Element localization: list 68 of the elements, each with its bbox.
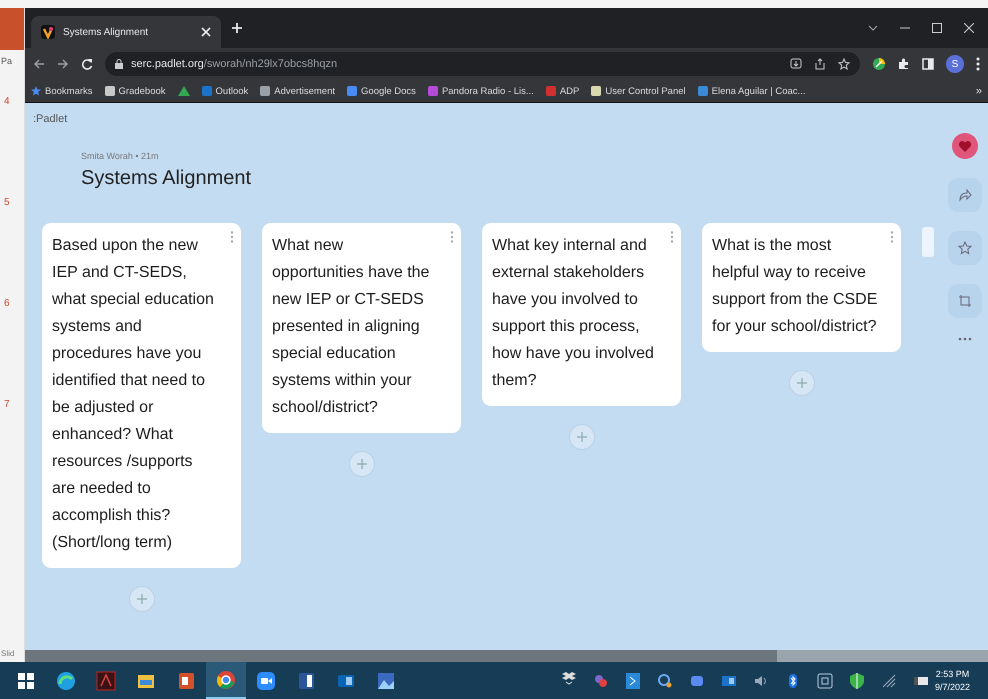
close-icon[interactable] bbox=[201, 27, 211, 37]
card-edge bbox=[922, 227, 934, 257]
triangle-icon[interactable] bbox=[178, 86, 190, 96]
windows-app-icon bbox=[16, 670, 36, 690]
bookmark-link[interactable]: Gradebook bbox=[104, 86, 166, 96]
plus-icon bbox=[576, 432, 586, 442]
bookmark-link[interactable]: Elena Aguilar | Coac... bbox=[698, 86, 806, 96]
app-label: Pa bbox=[1, 56, 14, 66]
ribbon-block bbox=[0, 8, 24, 50]
back-arrow-icon[interactable] bbox=[33, 58, 45, 70]
star-icon bbox=[958, 241, 972, 255]
extension-icon[interactable] bbox=[872, 57, 886, 71]
author-line: Smita Worah • 21m bbox=[81, 151, 159, 161]
clock[interactable]: 2:53 PM 9/7/2022 bbox=[934, 668, 970, 694]
word-app-icon bbox=[296, 670, 316, 690]
padlet-favicon-icon bbox=[41, 25, 55, 39]
horizontal-scrollbar[interactable] bbox=[25, 650, 988, 662]
post-card[interactable]: What key internal and external stakeholders have you involved to support this process, how have you involved them? bbox=[482, 223, 681, 406]
share-button[interactable] bbox=[948, 178, 982, 212]
puzzle-icon[interactable] bbox=[898, 58, 910, 70]
plus-icon[interactable] bbox=[231, 22, 243, 34]
bookmark-link[interactable]: Pandora Radio - Lis... bbox=[428, 86, 534, 96]
chrome-app-icon bbox=[216, 670, 236, 690]
crop-icon bbox=[958, 294, 972, 308]
bookmark-link[interactable]: User Control Panel bbox=[591, 86, 686, 96]
side-panel-icon[interactable] bbox=[922, 58, 934, 70]
bookmark-link[interactable]: Advertisement bbox=[260, 86, 336, 96]
powerpoint-app-icon bbox=[176, 670, 196, 690]
bookmark-link[interactable]: Google Docs bbox=[347, 86, 416, 96]
star-button[interactable] bbox=[948, 231, 982, 265]
address-bar[interactable]: serc.padlet.org/sworah/nh29lx7obcs8hqzn bbox=[105, 52, 860, 76]
bookmarks-overflow[interactable]: » bbox=[976, 85, 982, 97]
lock-icon bbox=[115, 59, 123, 69]
share-icon bbox=[958, 188, 972, 202]
star-icon[interactable] bbox=[838, 58, 850, 70]
bookmark-link[interactable]: Outlook bbox=[202, 86, 248, 96]
plus-icon bbox=[136, 594, 146, 604]
taskbar-app[interactable] bbox=[206, 662, 246, 699]
zoom-app-icon bbox=[256, 670, 276, 690]
post-card[interactable]: Based upon the new IEP and CT-SEDS, what special education systems and procedures have you identified that need to be adjusted or enhanced? What resources /supports are needed to accomplish this? (Short/long term) bbox=[42, 223, 241, 568]
close-icon[interactable] bbox=[964, 23, 974, 33]
panel-label: Slid bbox=[1, 649, 16, 658]
crop-button[interactable] bbox=[948, 284, 982, 318]
chevron-down-icon[interactable] bbox=[868, 23, 878, 33]
forward-arrow-icon[interactable] bbox=[57, 58, 69, 70]
reload-icon[interactable] bbox=[81, 58, 93, 70]
plus-icon bbox=[796, 378, 806, 388]
bookmark-link[interactable]: Bookmarks bbox=[31, 86, 93, 96]
post-card[interactable]: What is the most helpful way to receive support from the CSDE for your school/district? bbox=[702, 223, 901, 352]
plus-icon bbox=[356, 459, 366, 469]
maximize-icon[interactable] bbox=[932, 23, 942, 33]
slide-number[interactable]: 7 bbox=[4, 399, 24, 410]
more-icon[interactable] bbox=[976, 57, 980, 71]
slide-number[interactable]: 5 bbox=[4, 197, 24, 208]
board-title: Systems Alignment bbox=[81, 167, 252, 190]
browser-tab[interactable]: Systems Alignment bbox=[31, 16, 221, 48]
photos-app-icon bbox=[376, 670, 396, 690]
share-icon[interactable] bbox=[814, 58, 826, 70]
slide-number[interactable]: 6 bbox=[4, 298, 24, 309]
acrobat-app-icon bbox=[96, 670, 116, 690]
post-card[interactable]: What new opportunities have the new IEP or CT-SEDS presented in aligning special education systems within your school/district? bbox=[262, 223, 461, 433]
install-icon[interactable] bbox=[790, 58, 802, 70]
padlet-logo[interactable]: :Padlet bbox=[33, 113, 68, 125]
edge-app-icon bbox=[56, 670, 76, 690]
heart-avatar-icon[interactable] bbox=[952, 133, 978, 159]
slide-number[interactable]: 4 bbox=[4, 96, 24, 107]
profile-avatar[interactable]: S bbox=[946, 55, 964, 73]
bookmark-link[interactable]: ADP bbox=[546, 86, 580, 96]
